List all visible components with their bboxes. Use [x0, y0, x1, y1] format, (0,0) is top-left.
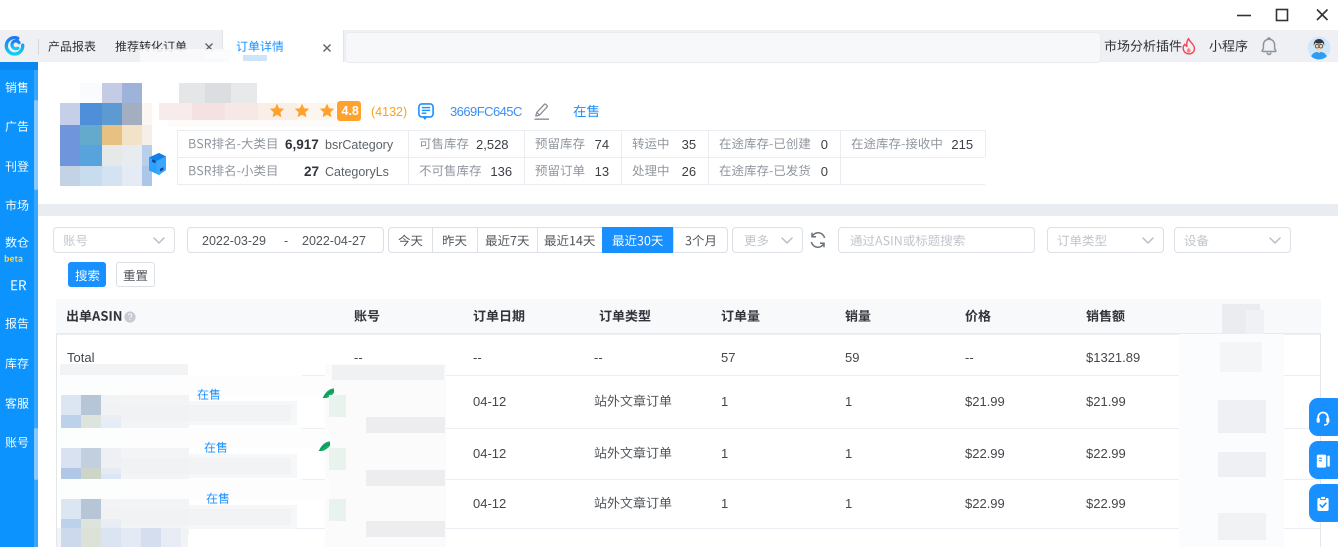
svg-text:?: ? — [127, 312, 132, 322]
